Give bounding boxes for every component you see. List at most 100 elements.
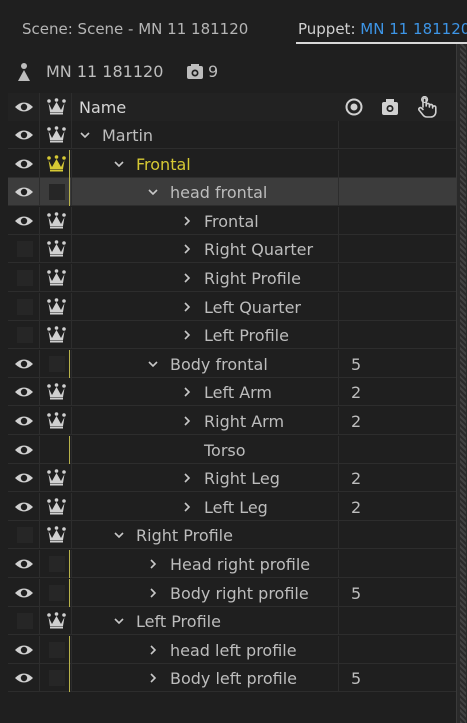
chevron-right-icon[interactable] [182, 330, 192, 340]
visibility-toggle[interactable] [8, 349, 40, 378]
layer-row[interactable]: Martin [8, 121, 456, 149]
layer-name-cell[interactable]: Right Leg [72, 464, 339, 493]
layer-row[interactable]: Torso [8, 435, 456, 464]
layer-name-cell[interactable]: Body left profile [72, 664, 339, 693]
chevron-right-icon[interactable] [182, 387, 192, 397]
chevron-down-icon[interactable] [148, 359, 158, 369]
layer-name-cell[interactable]: Torso [72, 435, 339, 464]
layer-row[interactable]: Body frontal 5 [8, 349, 456, 378]
visibility-toggle[interactable] [8, 607, 40, 636]
independent-toggle[interactable] [40, 264, 72, 292]
target-icon[interactable] [344, 98, 364, 116]
visibility-toggle[interactable] [8, 492, 40, 521]
layer-row[interactable]: head frontal [8, 178, 456, 207]
chevron-right-icon[interactable] [148, 673, 158, 683]
independent-toggle[interactable] [40, 321, 72, 350]
visibility-toggle[interactable] [8, 121, 40, 149]
header-eye-cell[interactable] [8, 93, 40, 121]
layer-name-cell[interactable]: Right Arm [72, 407, 339, 435]
chevron-right-icon[interactable] [182, 244, 192, 254]
visibility-toggle[interactable] [8, 321, 40, 350]
layer-name-cell[interactable]: Frontal [72, 206, 339, 235]
chevron-down-icon[interactable] [114, 159, 124, 169]
visibility-toggle[interactable] [8, 149, 40, 178]
independent-toggle[interactable] [40, 550, 72, 578]
chevron-right-icon[interactable] [148, 645, 158, 655]
layer-row[interactable]: Right Arm 2 [8, 407, 456, 435]
independent-toggle[interactable] [40, 206, 72, 235]
independent-toggle[interactable] [40, 349, 72, 378]
layer-row[interactable]: Right Profile [8, 521, 456, 550]
hand-icon[interactable] [416, 96, 438, 118]
chevron-down-icon[interactable] [114, 530, 124, 540]
tab-scene[interactable]: Scene: Scene - MN 11 181120 [22, 20, 248, 38]
independent-toggle[interactable] [40, 492, 72, 521]
layer-name-cell[interactable]: Right Profile [72, 521, 339, 550]
layer-name-cell[interactable]: Martin [72, 121, 339, 149]
layer-row[interactable]: head left profile [8, 635, 456, 664]
visibility-toggle[interactable] [8, 206, 40, 235]
visibility-toggle[interactable] [8, 635, 40, 664]
chevron-right-icon[interactable] [182, 473, 192, 483]
layer-name-cell[interactable]: Body frontal [72, 349, 339, 378]
chevron-down-icon[interactable] [114, 616, 124, 626]
layer-name-cell[interactable]: head left profile [72, 635, 339, 664]
layer-name-cell[interactable]: Head right profile [72, 550, 339, 578]
chevron-down-icon[interactable] [148, 187, 158, 197]
chevron-right-icon[interactable] [182, 302, 192, 312]
layer-name-cell[interactable]: Left Profile [72, 321, 339, 350]
independent-toggle[interactable] [40, 607, 72, 636]
independent-toggle[interactable] [40, 464, 72, 493]
visibility-toggle[interactable] [8, 578, 40, 607]
independent-toggle[interactable] [40, 178, 72, 207]
independent-toggle[interactable] [40, 664, 72, 693]
layer-name-cell[interactable]: Right Quarter [72, 235, 339, 264]
camera-icon[interactable] [380, 98, 400, 116]
layer-row[interactable]: Left Profile [8, 321, 456, 350]
visibility-toggle[interactable] [8, 378, 40, 407]
layer-name-cell[interactable]: head frontal [72, 178, 339, 207]
layer-row[interactable]: Right Leg 2 [8, 464, 456, 493]
layer-name-cell[interactable]: Right Profile [72, 264, 339, 292]
independent-toggle[interactable] [40, 521, 72, 550]
independent-toggle[interactable] [40, 121, 72, 149]
visibility-toggle[interactable] [8, 407, 40, 435]
independent-toggle[interactable] [40, 235, 72, 264]
visibility-toggle[interactable] [8, 264, 40, 292]
visibility-toggle[interactable] [8, 235, 40, 264]
chevron-right-icon[interactable] [182, 416, 192, 426]
layer-name-cell[interactable]: Left Leg [72, 492, 339, 521]
layer-row[interactable]: Left Quarter [8, 292, 456, 321]
chevron-right-icon[interactable] [182, 502, 192, 512]
layer-row[interactable]: Frontal [8, 149, 456, 178]
independent-toggle[interactable] [40, 149, 72, 178]
layer-row[interactable]: Left Arm 2 [8, 378, 456, 407]
layer-row[interactable]: Head right profile [8, 550, 456, 578]
independent-toggle[interactable] [40, 292, 72, 321]
panel-resize-edge[interactable] [456, 44, 467, 723]
visibility-toggle[interactable] [8, 178, 40, 207]
chevron-right-icon[interactable] [148, 588, 158, 598]
independent-toggle[interactable] [40, 578, 72, 607]
visibility-toggle[interactable] [8, 550, 40, 578]
chevron-right-icon[interactable] [182, 216, 192, 226]
layer-row[interactable]: Frontal [8, 206, 456, 235]
visibility-toggle[interactable] [8, 435, 40, 464]
header-crown-cell[interactable] [40, 93, 72, 121]
layer-name-cell[interactable]: Left Quarter [72, 292, 339, 321]
layer-row[interactable]: Left Profile [8, 607, 456, 636]
layer-row[interactable]: Right Quarter [8, 235, 456, 264]
tab-puppet[interactable]: Puppet: MN 11 181120 [298, 20, 467, 38]
chevron-right-icon[interactable] [182, 273, 192, 283]
layer-row[interactable]: Right Profile [8, 264, 456, 292]
independent-toggle[interactable] [40, 378, 72, 407]
visibility-toggle[interactable] [8, 292, 40, 321]
visibility-toggle[interactable] [8, 664, 40, 693]
layer-name-cell[interactable]: Left Arm [72, 378, 339, 407]
layer-row[interactable]: Left Leg 2 [8, 492, 456, 521]
independent-toggle[interactable] [40, 407, 72, 435]
independent-toggle[interactable] [40, 435, 72, 464]
chevron-down-icon[interactable] [80, 130, 90, 140]
independent-toggle[interactable] [40, 635, 72, 664]
layer-name-cell[interactable]: Body right profile [72, 578, 339, 607]
